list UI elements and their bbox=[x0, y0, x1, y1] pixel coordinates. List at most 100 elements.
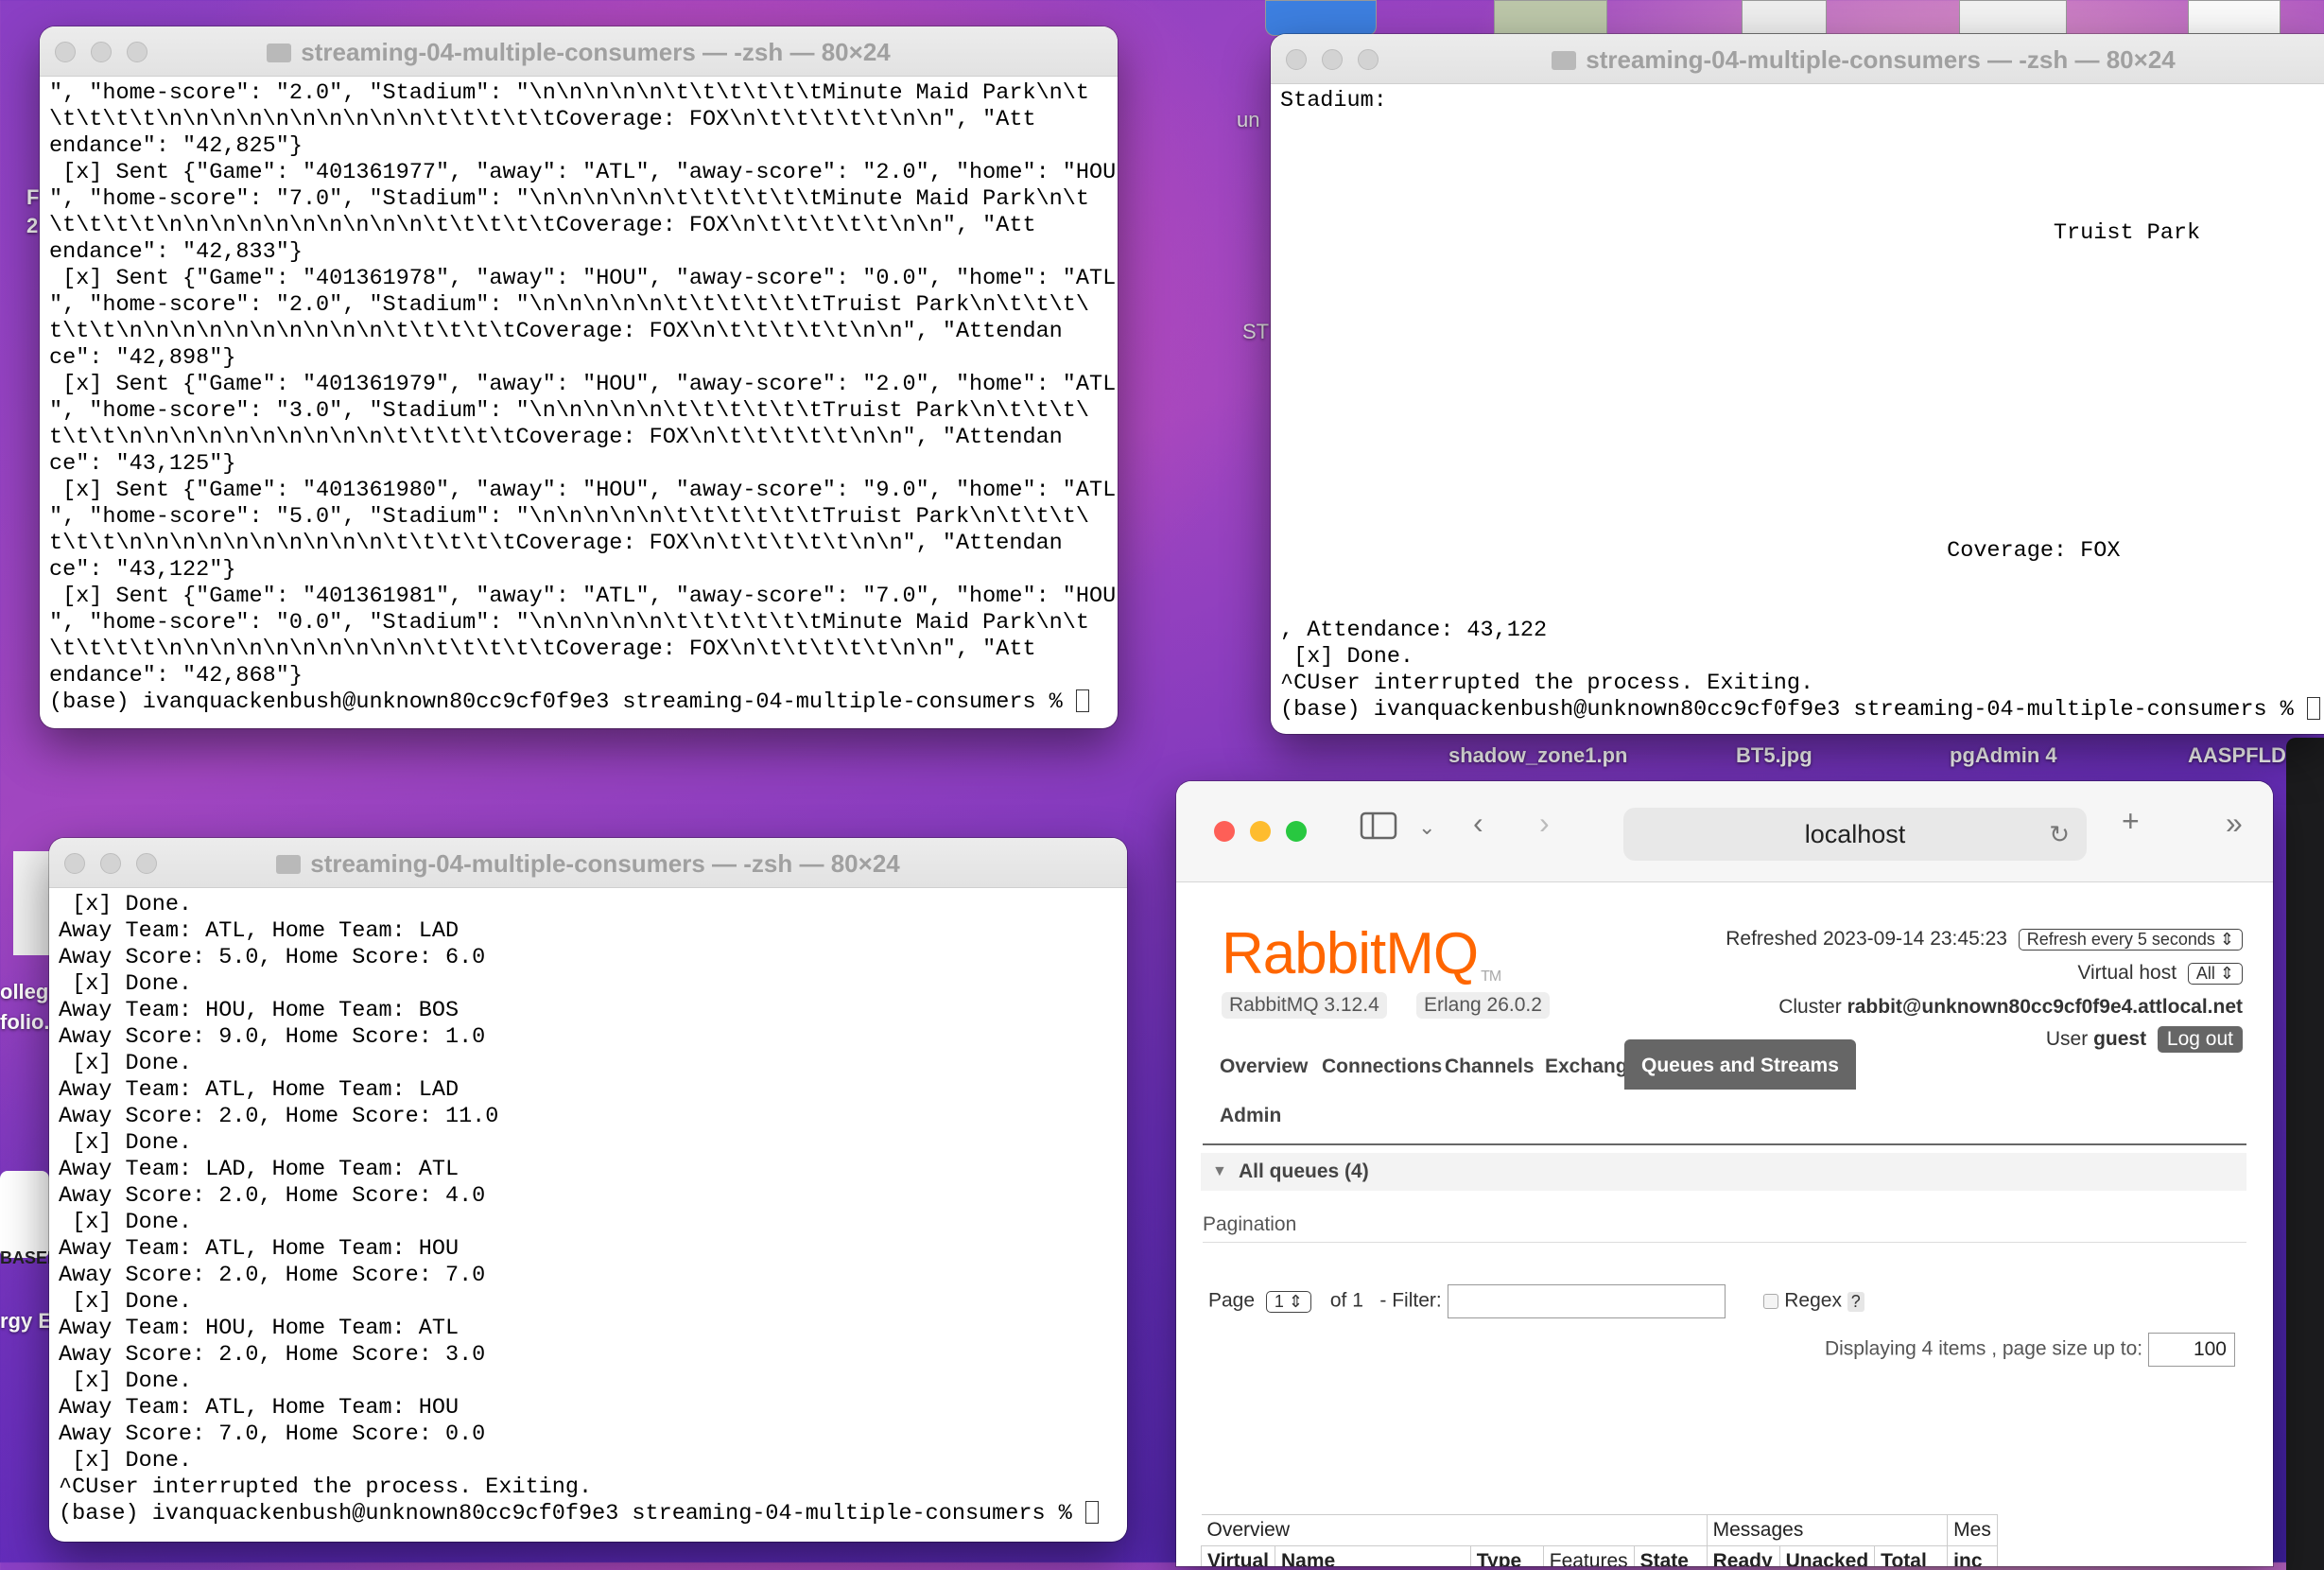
terminal-line: [x] Done. bbox=[59, 1051, 193, 1076]
terminal-line: ^CUser interrupted the process. Exiting. bbox=[1280, 671, 1814, 696]
cursor bbox=[1075, 689, 1089, 712]
col-virtual-host[interactable]: Virtual host bbox=[1201, 1545, 1275, 1566]
terminal-line: Away Score: 2.0, Home Score: 4.0 bbox=[59, 1183, 486, 1209]
desktop-label-fragment: ST bbox=[1242, 320, 1270, 343]
tab-queues-and-streams[interactable]: Queues and Streams bbox=[1624, 1039, 1856, 1090]
desktop-file-label[interactable]: BT5.jpg bbox=[1736, 743, 1812, 768]
reload-icon[interactable]: ↻ bbox=[2049, 808, 2070, 861]
address-bar[interactable]: localhost ↻ bbox=[1623, 808, 2087, 861]
regex-help-button[interactable]: ? bbox=[1847, 1291, 1864, 1312]
terminal-window-consumer-a[interactable]: streaming-04-multiple-consumers — -zsh —… bbox=[1271, 34, 2324, 734]
window-title: streaming-04-multiple-consumers — -zsh —… bbox=[49, 849, 1127, 879]
col-total[interactable]: Total bbox=[1874, 1545, 1949, 1566]
all-queues-header[interactable]: ▼ All queues (4) bbox=[1201, 1153, 2246, 1191]
filter-input[interactable] bbox=[1447, 1284, 1726, 1318]
terminal-line: endance": "42,825"} bbox=[49, 133, 303, 159]
desktop-thumbnail[interactable] bbox=[2188, 0, 2281, 34]
terminal-line: ", "home-score": "5.0", "Stadium": "\n\n… bbox=[49, 504, 1089, 530]
minimize-button[interactable] bbox=[1250, 821, 1271, 842]
terminal-line: ce": "43,125"} bbox=[49, 451, 236, 477]
refreshed-status: Refreshed 2023-09-14 23:45:23 Refresh ev… bbox=[1726, 928, 2243, 951]
desktop-thumbnail[interactable] bbox=[0, 1171, 49, 1258]
tab-admin[interactable]: Admin bbox=[1203, 1092, 1298, 1140]
desktop-thumbnail[interactable] bbox=[13, 851, 49, 955]
terminal-line: [x] Done. bbox=[59, 1130, 193, 1156]
group-header-overview: Overview bbox=[1201, 1514, 1708, 1546]
terminal-line: endance": "42,833"} bbox=[49, 239, 303, 265]
forward-icon[interactable]: › bbox=[1539, 806, 1550, 841]
desktop-file-label[interactable]: shadow_zone1.pn bbox=[1448, 743, 1627, 768]
col-features[interactable]: Features bbox=[1542, 1545, 1635, 1566]
terminal-line: Away Team: ATL, Home Team: LAD bbox=[59, 918, 460, 944]
page-select[interactable]: 1 ⇕ bbox=[1265, 1290, 1311, 1313]
chevron-down-icon[interactable]: ⌄ bbox=[1418, 815, 1435, 840]
nav-tabs: Overview Connections Channels Exchanges … bbox=[1203, 1039, 2246, 1145]
col-incoming[interactable]: inc bbox=[1947, 1545, 1998, 1566]
terminal-line: Away Team: LAD, Home Team: ATL bbox=[59, 1157, 460, 1182]
titlebar[interactable]: streaming-04-multiple-consumers — -zsh —… bbox=[49, 838, 1127, 888]
titlebar[interactable]: streaming-04-multiple-consumers — -zsh —… bbox=[40, 26, 1118, 77]
terminal-line: [x] Done. bbox=[59, 1289, 193, 1315]
sidebar-toggle-icon[interactable] bbox=[1360, 811, 1397, 847]
terminal-line: [x] Done. bbox=[59, 1210, 193, 1235]
rabbitmq-management-page: RabbitMQ TM RabbitMQ 3.12.4 Erlang 26.0.2… bbox=[1176, 882, 2273, 1566]
terminal-line: ", "home-score": "0.0", "Stadium": "\n\n… bbox=[49, 610, 1089, 636]
browser-window[interactable]: ⌄ ‹ › localhost ↻ + » RabbitMQ TM RabbitM… bbox=[1176, 781, 2273, 1566]
cluster-row: Cluster rabbit@unknown80cc9cf0f9e4.attlo… bbox=[1778, 996, 2243, 1018]
right-dock[interactable] bbox=[2286, 738, 2324, 1570]
terminal-line: t\t\t\n\n\n\n\n\n\n\n\n\n\t\t\t\t\tCover… bbox=[49, 425, 1063, 450]
desktop-label-fragment: un bbox=[1237, 108, 1260, 131]
erlang-version: Erlang 26.0.2 bbox=[1416, 992, 1550, 1019]
col-ready[interactable]: Ready bbox=[1706, 1545, 1780, 1566]
desktop-thumbnail[interactable] bbox=[1742, 0, 1827, 34]
desktop-thumbnail[interactable] bbox=[1265, 0, 1377, 36]
desktop-label-fragment: olleg bbox=[0, 980, 49, 1003]
desktop-label-fragment: F bbox=[26, 185, 40, 209]
refresh-select[interactable]: Refresh every 5 seconds ⇕ bbox=[2018, 929, 2243, 951]
terminal-line: Away Team: HOU, Home Team: BOS bbox=[59, 998, 460, 1023]
regex-checkbox[interactable] bbox=[1763, 1293, 1779, 1309]
terminal-line: Away Team: ATL, Home Team: HOU bbox=[59, 1395, 460, 1421]
terminal-line: \t\t\t\t\n\n\n\n\n\n\n\n\n\n\t\t\t\t\tCo… bbox=[49, 637, 1036, 662]
desktop-thumbnail[interactable] bbox=[1494, 0, 1607, 34]
terminal-line: Away Score: 2.0, Home Score: 3.0 bbox=[59, 1342, 486, 1368]
desktop-label-fragment: rgy E bbox=[0, 1309, 53, 1333]
terminal-output[interactable]: [x] Done. Away Team: ATL, Home Team: LAD… bbox=[49, 888, 1127, 1531]
terminal-line: [x] Sent {"Game": "401361977", "away": "… bbox=[49, 160, 1117, 185]
terminal-line: [x] Done. bbox=[59, 1369, 193, 1394]
col-type[interactable]: Type bbox=[1469, 1545, 1544, 1566]
terminal-output[interactable]: Stadium: Truist Park Coverage: FOX , Att… bbox=[1271, 84, 2324, 727]
cursor bbox=[2306, 697, 2320, 720]
terminal-output[interactable]: ", "home-score": "2.0", "Stadium": "\n\n… bbox=[40, 77, 1118, 720]
col-state[interactable]: State bbox=[1633, 1545, 1708, 1566]
vhost-select[interactable]: All ⇕ bbox=[2187, 963, 2243, 985]
terminal-line: [x] Done. bbox=[59, 971, 193, 997]
col-name[interactable]: Name bbox=[1274, 1545, 1471, 1566]
desktop-file-label[interactable]: pgAdmin 4 bbox=[1950, 743, 2057, 768]
page-size-input[interactable]: 100 bbox=[2148, 1333, 2235, 1367]
zoom-button[interactable] bbox=[1286, 821, 1307, 842]
col-unacked[interactable]: Unacked bbox=[1778, 1545, 1876, 1566]
desktop-file-label[interactable]: AASPFLD bbox=[2188, 743, 2286, 768]
desktop-thumbnail[interactable] bbox=[1959, 0, 2067, 34]
shell-prompt[interactable]: (base) ivanquackenbush@unknown80cc9cf0f9… bbox=[59, 1501, 1085, 1526]
titlebar[interactable]: streaming-04-multiple-consumers — -zsh —… bbox=[1271, 34, 2324, 84]
shell-prompt[interactable]: (base) ivanquackenbush@unknown80cc9cf0f9… bbox=[49, 689, 1076, 715]
terminal-window-producer[interactable]: streaming-04-multiple-consumers — -zsh —… bbox=[40, 26, 1118, 728]
more-tabs-icon[interactable]: » bbox=[2226, 806, 2243, 841]
terminal-line: Away Score: 2.0, Home Score: 11.0 bbox=[59, 1104, 499, 1129]
close-button[interactable] bbox=[1214, 821, 1235, 842]
rabbitmq-logo[interactable]: RabbitMQ TM bbox=[1222, 920, 1501, 987]
virtual-host-row: Virtual host All ⇕ bbox=[2077, 962, 2243, 985]
shell-prompt[interactable]: (base) ivanquackenbush@unknown80cc9cf0f9… bbox=[1280, 697, 2307, 723]
terminal-line: ce": "42,898"} bbox=[49, 345, 236, 371]
terminal-window-consumer-b[interactable]: streaming-04-multiple-consumers — -zsh —… bbox=[49, 838, 1127, 1542]
back-icon[interactable]: ‹ bbox=[1473, 806, 1483, 841]
terminal-line: [x] Done. bbox=[1280, 644, 1414, 670]
desktop-label-fragment: 2 bbox=[26, 214, 39, 237]
terminal-line: [x] Done. bbox=[59, 892, 193, 917]
terminal-line: Away Score: 5.0, Home Score: 6.0 bbox=[59, 945, 486, 970]
terminal-line: endance": "42,868"} bbox=[49, 663, 303, 689]
collapse-triangle-icon: ▼ bbox=[1212, 1163, 1227, 1179]
new-tab-icon[interactable]: + bbox=[2122, 804, 2140, 839]
